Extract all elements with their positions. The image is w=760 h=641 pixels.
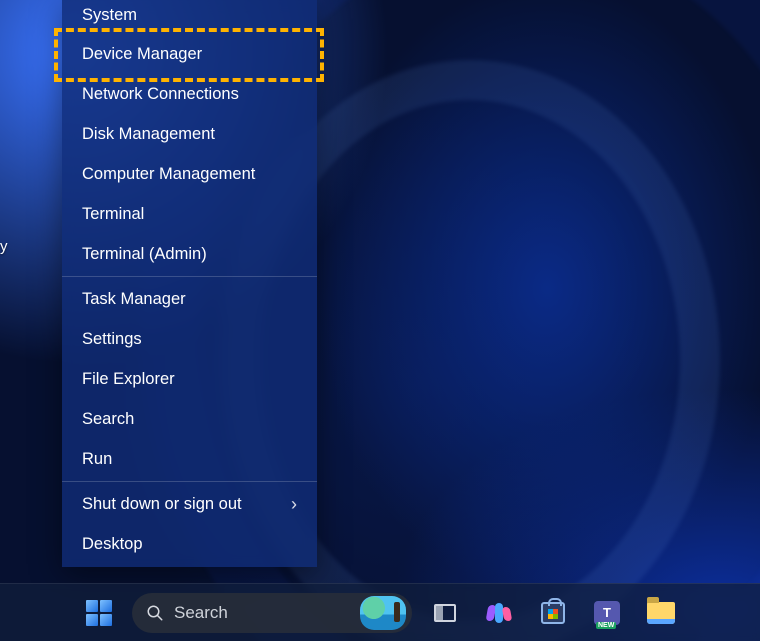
teams-button[interactable]: T NEW	[586, 592, 628, 634]
winx-item-label: Desktop	[82, 535, 143, 554]
chevron-right-icon: ›	[291, 494, 297, 515]
winx-item-label: File Explorer	[82, 370, 175, 389]
winx-separator	[62, 481, 317, 482]
winx-item-system[interactable]: System	[62, 0, 317, 34]
teams-new-badge: NEW	[596, 622, 616, 629]
file-explorer-button[interactable]	[640, 592, 682, 634]
task-view-icon	[434, 604, 456, 622]
winx-item-label: Settings	[82, 330, 142, 349]
task-view-button[interactable]	[424, 592, 466, 634]
winx-item-terminal[interactable]: Terminal	[62, 194, 317, 234]
microsoft-store-icon	[541, 602, 565, 624]
winx-item-file-explorer[interactable]: File Explorer	[62, 359, 317, 399]
winx-item-label: Network Connections	[82, 85, 239, 104]
winx-item-settings[interactable]: Settings	[62, 319, 317, 359]
winx-item-device-manager[interactable]: Device Manager	[62, 34, 317, 74]
windows-logo-icon	[86, 600, 112, 626]
winx-item-label: Device Manager	[82, 45, 202, 64]
winx-separator	[62, 276, 317, 277]
winx-item-terminal-admin[interactable]: Terminal (Admin)	[62, 234, 317, 274]
search-icon	[146, 604, 164, 622]
winx-item-desktop[interactable]: Desktop	[62, 524, 317, 564]
winx-item-label: Shut down or sign out	[82, 495, 242, 514]
winx-item-computer-management[interactable]: Computer Management	[62, 154, 317, 194]
winx-item-label: Run	[82, 450, 112, 469]
winx-item-shutdown-signout[interactable]: Shut down or sign out ›	[62, 484, 317, 524]
winx-item-network-connections[interactable]: Network Connections	[62, 74, 317, 114]
winx-item-label: Task Manager	[82, 290, 186, 309]
start-button[interactable]	[78, 592, 120, 634]
winx-item-run[interactable]: Run	[62, 439, 317, 479]
copilot-button[interactable]	[478, 592, 520, 634]
winx-item-label: System	[82, 6, 137, 25]
file-explorer-icon	[647, 602, 675, 624]
microsoft-store-button[interactable]	[532, 592, 574, 634]
copilot-icon	[487, 601, 511, 625]
desktop-wallpaper: y System Device Manager Network Connecti…	[0, 0, 760, 641]
taskbar-search-box[interactable]	[132, 593, 412, 633]
winx-item-search[interactable]: Search	[62, 399, 317, 439]
winx-item-label: Computer Management	[82, 165, 255, 184]
winx-item-label: Terminal (Admin)	[82, 245, 207, 264]
winx-item-disk-management[interactable]: Disk Management	[62, 114, 317, 154]
search-highlight-image-icon[interactable]	[360, 596, 406, 630]
winx-item-label: Disk Management	[82, 125, 215, 144]
teams-icon: T NEW	[594, 601, 620, 625]
teams-letter: T	[603, 605, 611, 620]
desktop-icon-label-fragment: y	[0, 238, 8, 255]
winx-item-label: Search	[82, 410, 134, 429]
winx-context-menu: System Device Manager Network Connection…	[62, 0, 317, 567]
taskbar: T NEW	[0, 583, 760, 641]
winx-item-label: Terminal	[82, 205, 144, 224]
winx-item-task-manager[interactable]: Task Manager	[62, 279, 317, 319]
